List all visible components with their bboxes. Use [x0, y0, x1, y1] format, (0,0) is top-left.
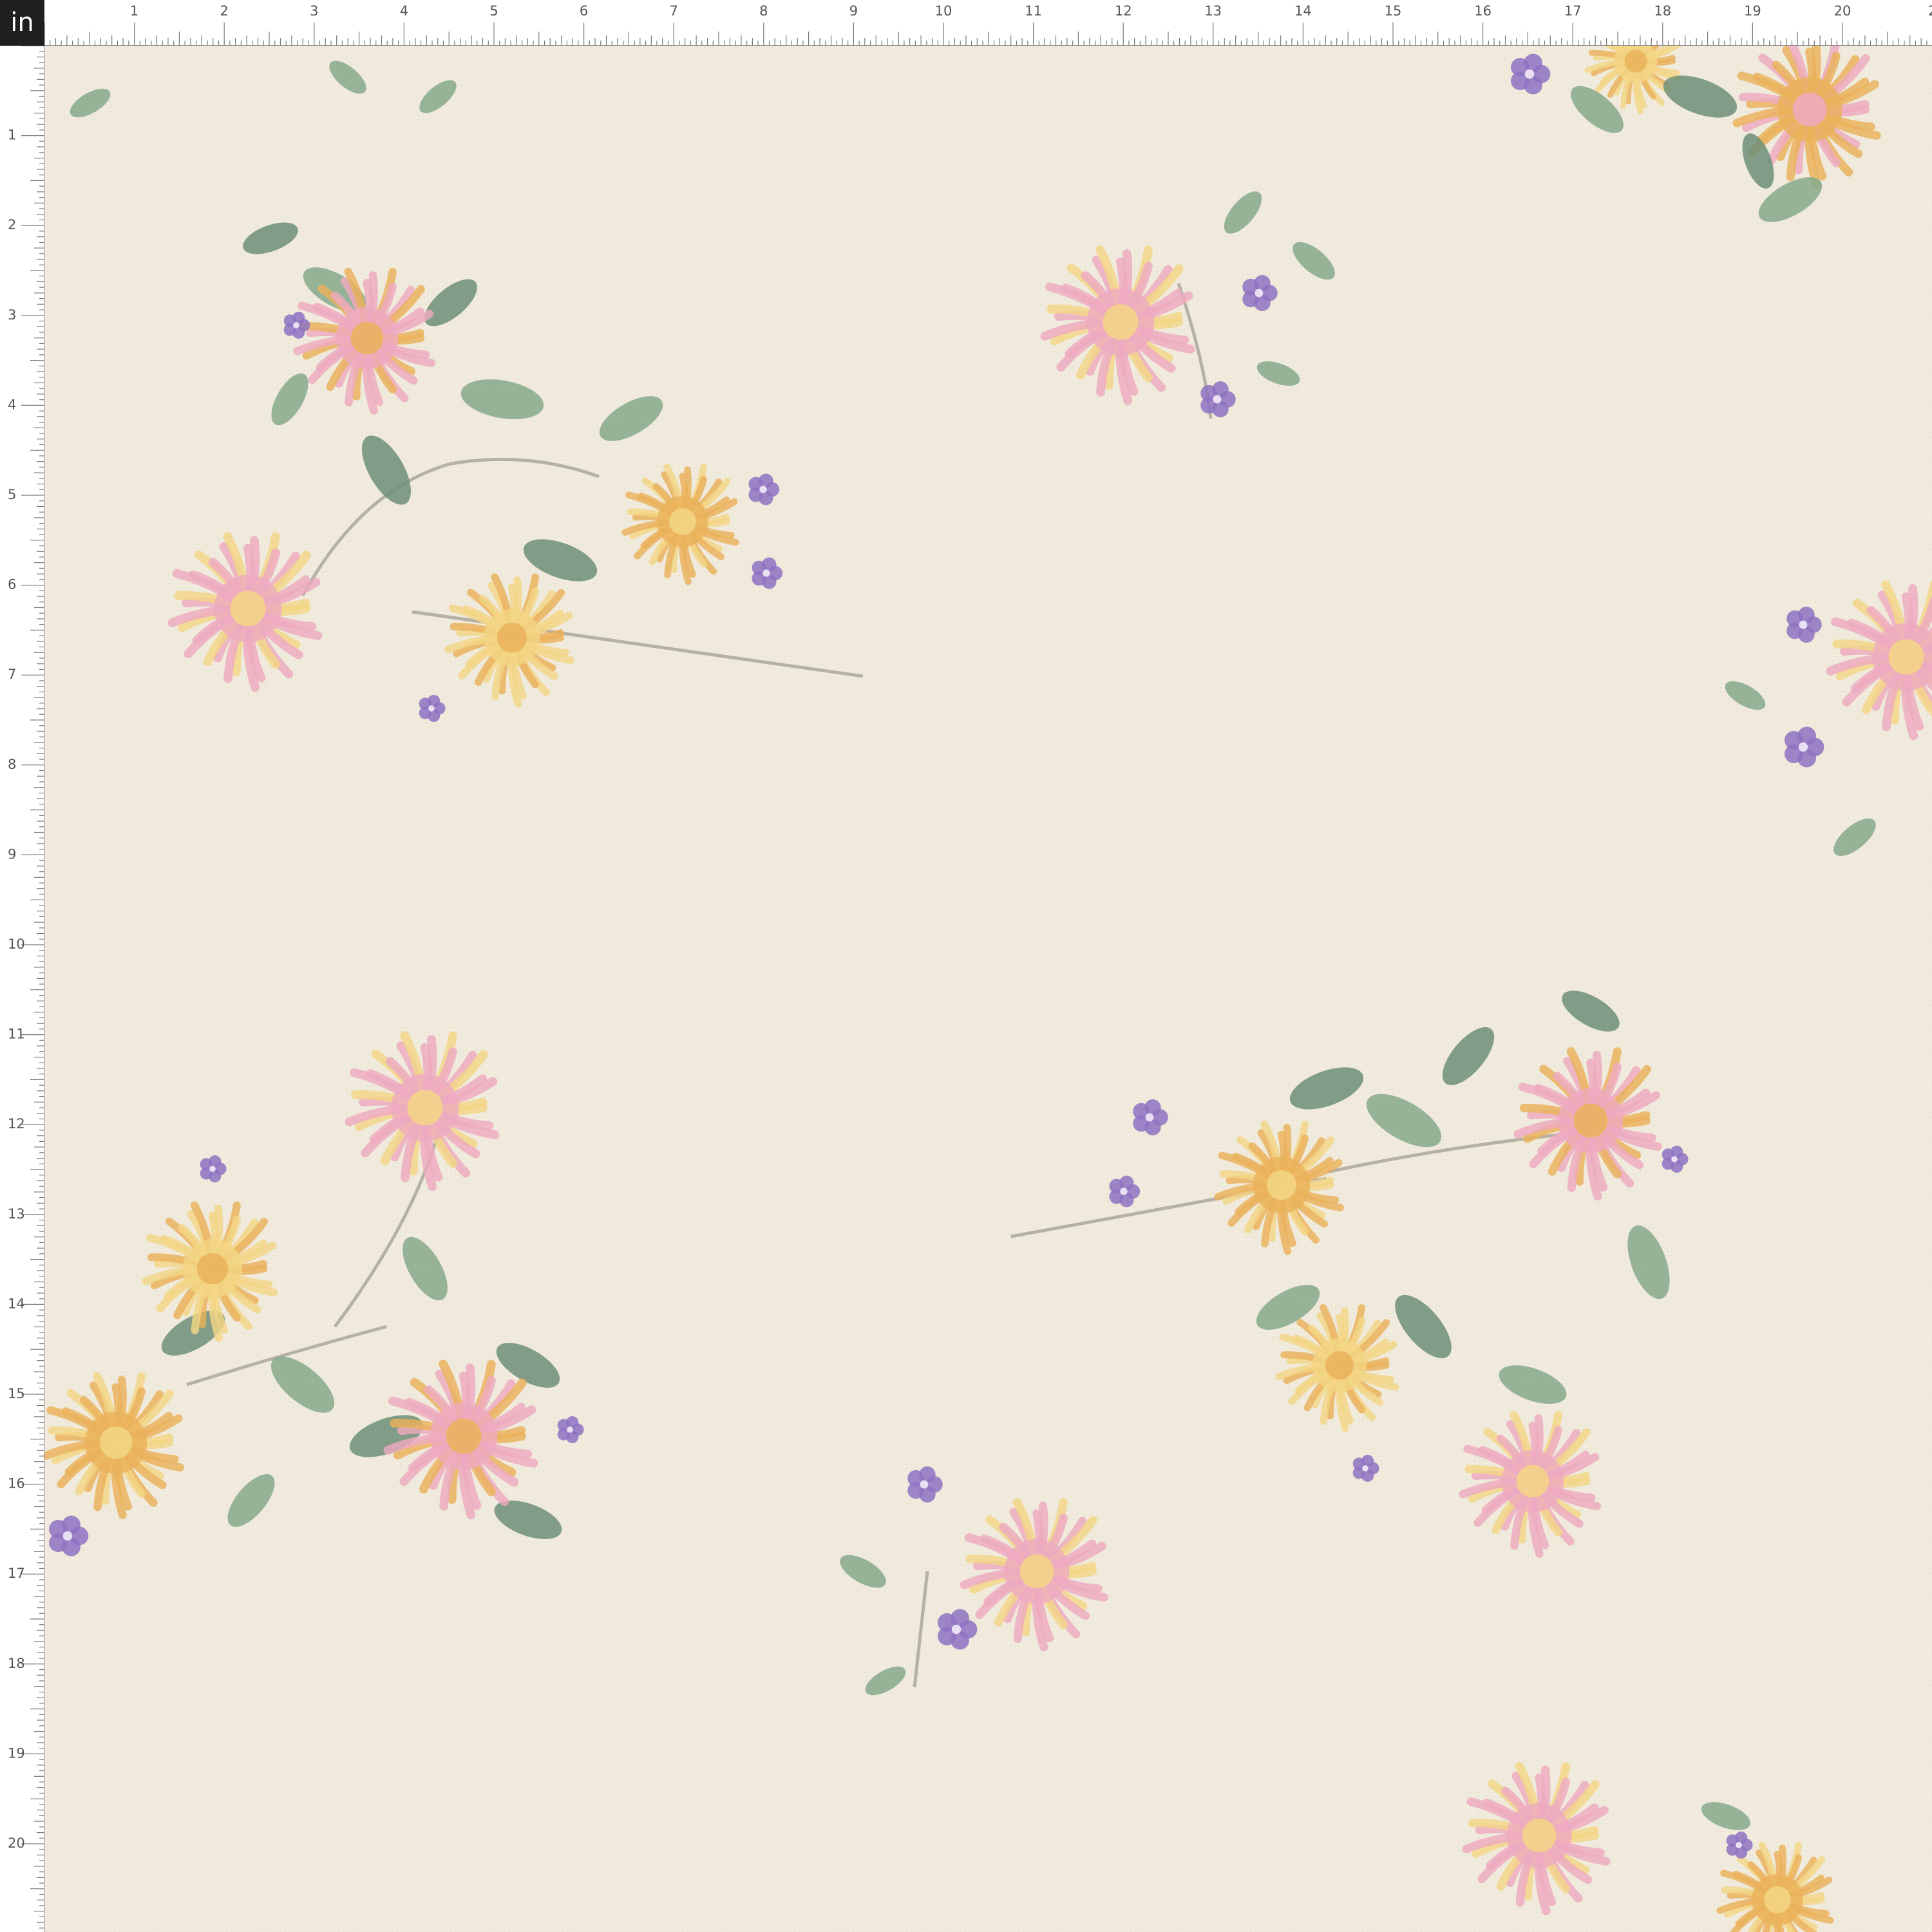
left-ruler-label: 20	[8, 1835, 25, 1851]
fabric-swatch	[44, 46, 1932, 1932]
top-ruler-label: 10	[935, 3, 952, 19]
left-ruler-label: 13	[8, 1206, 25, 1222]
top-ruler-label: 20	[1834, 3, 1852, 19]
floral-pattern	[44, 46, 1932, 1932]
left-ruler-svg: 1234567891011121314151617181920	[8, 46, 44, 1932]
left-ruler-label: 8	[8, 757, 16, 772]
left-ruler-label: 3	[8, 307, 16, 323]
fabric-preview: in 12345678910111213141516171819202 1234…	[0, 0, 1932, 1932]
top-ruler-svg: 12345678910111213141516171819202	[44, 3, 1932, 46]
left-ruler-label: 6	[8, 577, 16, 592]
top-ruler-label: 16	[1474, 3, 1492, 19]
left-ruler-label: 5	[8, 487, 16, 502]
top-ruler-label: 14	[1294, 3, 1312, 19]
left-ruler: 1 2 3 4 5 6 7 8 9 10 11 12 13 14 15 16 17 18 19 20	[0, 46, 44, 1932]
left-ruler-label: 18	[8, 1656, 25, 1671]
top-ruler-label: 17	[1564, 3, 1582, 19]
top-ruler-label: 3	[310, 3, 318, 19]
top-ruler-label: 13	[1204, 3, 1222, 19]
top-ruler-label: 9	[849, 3, 858, 19]
left-ruler-label: 15	[8, 1386, 25, 1401]
top-ruler-label: 15	[1385, 3, 1402, 19]
left-ruler-label: 14	[8, 1296, 25, 1311]
left-ruler-label: 16	[8, 1476, 25, 1492]
top-ruler-label: 5	[489, 3, 498, 19]
left-ruler-label: 4	[8, 397, 16, 412]
top-ruler-label: 2	[1928, 3, 1932, 19]
top-ruler-label: 12	[1115, 3, 1132, 19]
top-ruler-label: 7	[670, 3, 678, 19]
left-ruler-label: 10	[8, 936, 25, 952]
top-ruler-label: 6	[580, 3, 588, 19]
top-ruler-label: 4	[400, 3, 408, 19]
left-ruler-label: 12	[8, 1116, 25, 1132]
left-ruler-label: 19	[8, 1745, 25, 1761]
top-ruler-label: 1	[130, 3, 138, 19]
left-ruler-label: 9	[8, 846, 16, 862]
top-ruler-label: 8	[759, 3, 768, 19]
left-ruler-label: 7	[8, 667, 16, 682]
top-ruler-label: 18	[1654, 3, 1671, 19]
top-ruler-label: 19	[1744, 3, 1761, 19]
top-ruler-label: 2	[220, 3, 229, 19]
top-ruler-label: 11	[1025, 3, 1042, 19]
top-ruler: 12345678910111213141516171819202	[44, 0, 1932, 46]
left-ruler-label: 2	[8, 217, 16, 232]
left-ruler-label: 11	[8, 1027, 25, 1042]
left-ruler-label: 17	[8, 1566, 25, 1581]
unit-badge: in	[0, 0, 44, 46]
left-ruler-label: 1	[8, 128, 16, 143]
